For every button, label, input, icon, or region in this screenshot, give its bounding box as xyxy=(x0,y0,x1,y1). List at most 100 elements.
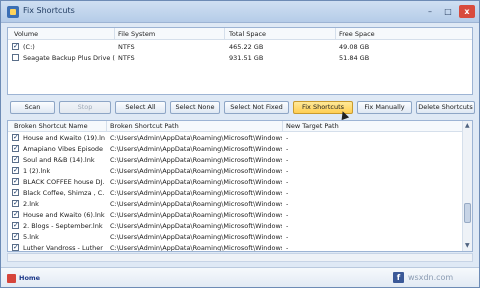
column-divider xyxy=(114,28,115,40)
column-divider xyxy=(335,28,336,40)
shortcut-name: 2. Blogs - September.lnk xyxy=(23,222,103,230)
shortcut-name: BLACK COFFEE house DJ... xyxy=(23,178,105,186)
shortcut-name: House and Kwaito (19).lnk xyxy=(23,134,105,142)
shortcut-target: - xyxy=(286,189,289,197)
drive-file-system: NTFS xyxy=(118,54,135,62)
scroll-thumb[interactable] xyxy=(464,203,471,223)
horizontal-scrollbar[interactable] xyxy=(7,253,473,262)
shortcuts-header: Broken Shortcut Name Broken Shortcut Pat… xyxy=(8,121,462,132)
drive-total-space: 931.51 GB xyxy=(229,54,264,62)
shortcut-path: C:\Users\Admin\AppData\Roaming\Microsoft… xyxy=(110,178,282,186)
shortcut-target: - xyxy=(286,167,289,175)
shortcut-row[interactable]: 1 (2).lnk C:\Users\Admin\AppData\Roaming… xyxy=(8,166,462,176)
shortcut-checkbox[interactable] xyxy=(12,243,19,251)
shortcut-checkbox[interactable] xyxy=(12,188,19,196)
shortcut-row[interactable]: Amapiano Vibes Episode ... C:\Users\Admi… xyxy=(8,144,462,154)
vertical-scrollbar[interactable]: ▲ ▼ xyxy=(462,121,472,251)
shortcut-row[interactable]: Soul and R&B (14).lnk C:\Users\Admin\App… xyxy=(8,155,462,165)
shortcut-path: C:\Users\Admin\AppData\Roaming\Microsoft… xyxy=(110,145,282,153)
drive-row[interactable]: (C:) NTFS 465.22 GB 49.08 GB xyxy=(8,41,472,52)
shortcut-checkbox[interactable] xyxy=(12,166,19,174)
shortcut-name: Amapiano Vibes Episode ... xyxy=(23,145,105,153)
column-header-shortcut-name[interactable]: Broken Shortcut Name xyxy=(14,122,88,130)
shortcut-path: C:\Users\Admin\AppData\Roaming\Microsoft… xyxy=(110,233,282,241)
select-not-fixed-button[interactable]: Select Not Fixed xyxy=(224,101,289,114)
shortcut-target: - xyxy=(286,145,289,153)
app-icon xyxy=(7,6,19,18)
drive-total-space: 465.22 GB xyxy=(229,43,264,51)
drive-volume: (C:) xyxy=(23,43,35,51)
shortcut-target: - xyxy=(286,244,289,252)
drive-volume: Seagate Backup Plus Drive (H:) xyxy=(23,54,115,62)
shortcut-row[interactable]: 2.lnk C:\Users\Admin\AppData\Roaming\Mic… xyxy=(8,199,462,209)
shortcut-row[interactable]: Black Coffee, Shimza , C... C:\Users\Adm… xyxy=(8,188,462,198)
drives-header: Volume File System Total Space Free Spac… xyxy=(8,28,472,40)
shortcut-checkbox[interactable] xyxy=(12,155,19,163)
watermark: wsxdn.com xyxy=(408,273,454,282)
shortcut-checkbox[interactable] xyxy=(12,232,19,240)
shortcut-path: C:\Users\Admin\AppData\Roaming\Microsoft… xyxy=(110,156,282,164)
fix-manually-button[interactable]: Fix Manually xyxy=(357,101,412,114)
column-header-free-space[interactable]: Free Space xyxy=(339,30,375,38)
shortcut-target: - xyxy=(286,134,289,142)
shortcut-name: 5.lnk xyxy=(23,233,39,241)
shortcut-row[interactable]: House and Kwaito (19).lnk C:\Users\Admin… xyxy=(8,133,462,143)
shortcut-target: - xyxy=(286,233,289,241)
drive-row[interactable]: Seagate Backup Plus Drive (H:) NTFS 931.… xyxy=(8,52,472,63)
column-divider xyxy=(224,28,225,40)
shortcut-name: 1 (2).lnk xyxy=(23,167,51,175)
shortcut-path: C:\Users\Admin\AppData\Roaming\Microsoft… xyxy=(110,244,282,252)
action-toolbar: Scan Stop Select All Select None Select … xyxy=(7,101,475,115)
close-button[interactable]: x xyxy=(459,5,475,18)
scroll-down-icon[interactable]: ▼ xyxy=(465,242,470,249)
shortcut-checkbox[interactable] xyxy=(12,144,19,152)
column-header-file-system[interactable]: File System xyxy=(118,30,155,38)
drive-checkbox[interactable] xyxy=(12,42,19,50)
delete-shortcuts-button[interactable]: Delete Shortcuts xyxy=(416,101,475,114)
shortcut-checkbox[interactable] xyxy=(12,177,19,185)
status-bar: Home f wsxdn.com xyxy=(1,267,479,287)
shortcut-row[interactable]: House and Kwaito (6).lnk C:\Users\Admin\… xyxy=(8,210,462,220)
scroll-up-icon[interactable]: ▲ xyxy=(465,122,470,129)
column-header-volume[interactable]: Volume xyxy=(14,30,38,38)
maximize-button[interactable]: □ xyxy=(441,5,455,18)
shortcut-target: - xyxy=(286,200,289,208)
minimize-button[interactable]: – xyxy=(423,5,437,18)
shortcut-checkbox[interactable] xyxy=(12,133,19,141)
window-title: Fix Shortcuts xyxy=(23,6,75,15)
shortcut-row[interactable]: 5.lnk C:\Users\Admin\AppData\Roaming\Mic… xyxy=(8,232,462,242)
facebook-icon[interactable]: f xyxy=(393,272,404,283)
shortcut-checkbox[interactable] xyxy=(12,210,19,218)
select-none-button[interactable]: Select None xyxy=(170,101,220,114)
title-bar: Fix Shortcuts – □ x xyxy=(1,1,479,23)
shortcut-path: C:\Users\Admin\AppData\Roaming\Microsoft… xyxy=(110,222,282,230)
column-header-shortcut-path[interactable]: Broken Shortcut Path xyxy=(110,122,179,130)
home-link[interactable]: Home xyxy=(19,274,40,282)
column-header-total-space[interactable]: Total Space xyxy=(229,30,266,38)
home-icon[interactable] xyxy=(7,274,16,283)
select-all-button[interactable]: Select All xyxy=(115,101,166,114)
shortcut-name: Black Coffee, Shimza , C... xyxy=(23,189,105,197)
shortcut-checkbox[interactable] xyxy=(12,199,19,207)
shortcut-checkbox[interactable] xyxy=(12,221,19,229)
shortcut-name: Soul and R&B (14).lnk xyxy=(23,156,95,164)
shortcut-row[interactable]: BLACK COFFEE house DJ... C:\Users\Admin\… xyxy=(8,177,462,187)
shortcut-path: C:\Users\Admin\AppData\Roaming\Microsoft… xyxy=(110,189,282,197)
shortcut-path: C:\Users\Admin\AppData\Roaming\Microsoft… xyxy=(110,211,282,219)
shortcut-row[interactable]: 2. Blogs - September.lnk C:\Users\Admin\… xyxy=(8,221,462,231)
stop-button[interactable]: Stop xyxy=(59,101,111,114)
shortcut-name: House and Kwaito (6).lnk xyxy=(23,211,105,219)
column-header-new-target[interactable]: New Target Path xyxy=(286,122,339,130)
shortcut-row[interactable]: Luther Vandross - Luther ... C:\Users\Ad… xyxy=(8,243,462,252)
shortcut-target: - xyxy=(286,156,289,164)
broken-shortcuts-list: Broken Shortcut Name Broken Shortcut Pat… xyxy=(7,120,473,252)
drive-free-space: 51.84 GB xyxy=(339,54,370,62)
scan-button[interactable]: Scan xyxy=(10,101,55,114)
drive-free-space: 49.08 GB xyxy=(339,43,370,51)
shortcut-name: Luther Vandross - Luther ... xyxy=(23,244,105,252)
shortcut-target: - xyxy=(286,222,289,230)
shortcut-path: C:\Users\Admin\AppData\Roaming\Microsoft… xyxy=(110,200,282,208)
drive-checkbox[interactable] xyxy=(12,54,19,61)
drive-file-system: NTFS xyxy=(118,43,135,51)
drives-list: Volume File System Total Space Free Spac… xyxy=(7,27,473,95)
